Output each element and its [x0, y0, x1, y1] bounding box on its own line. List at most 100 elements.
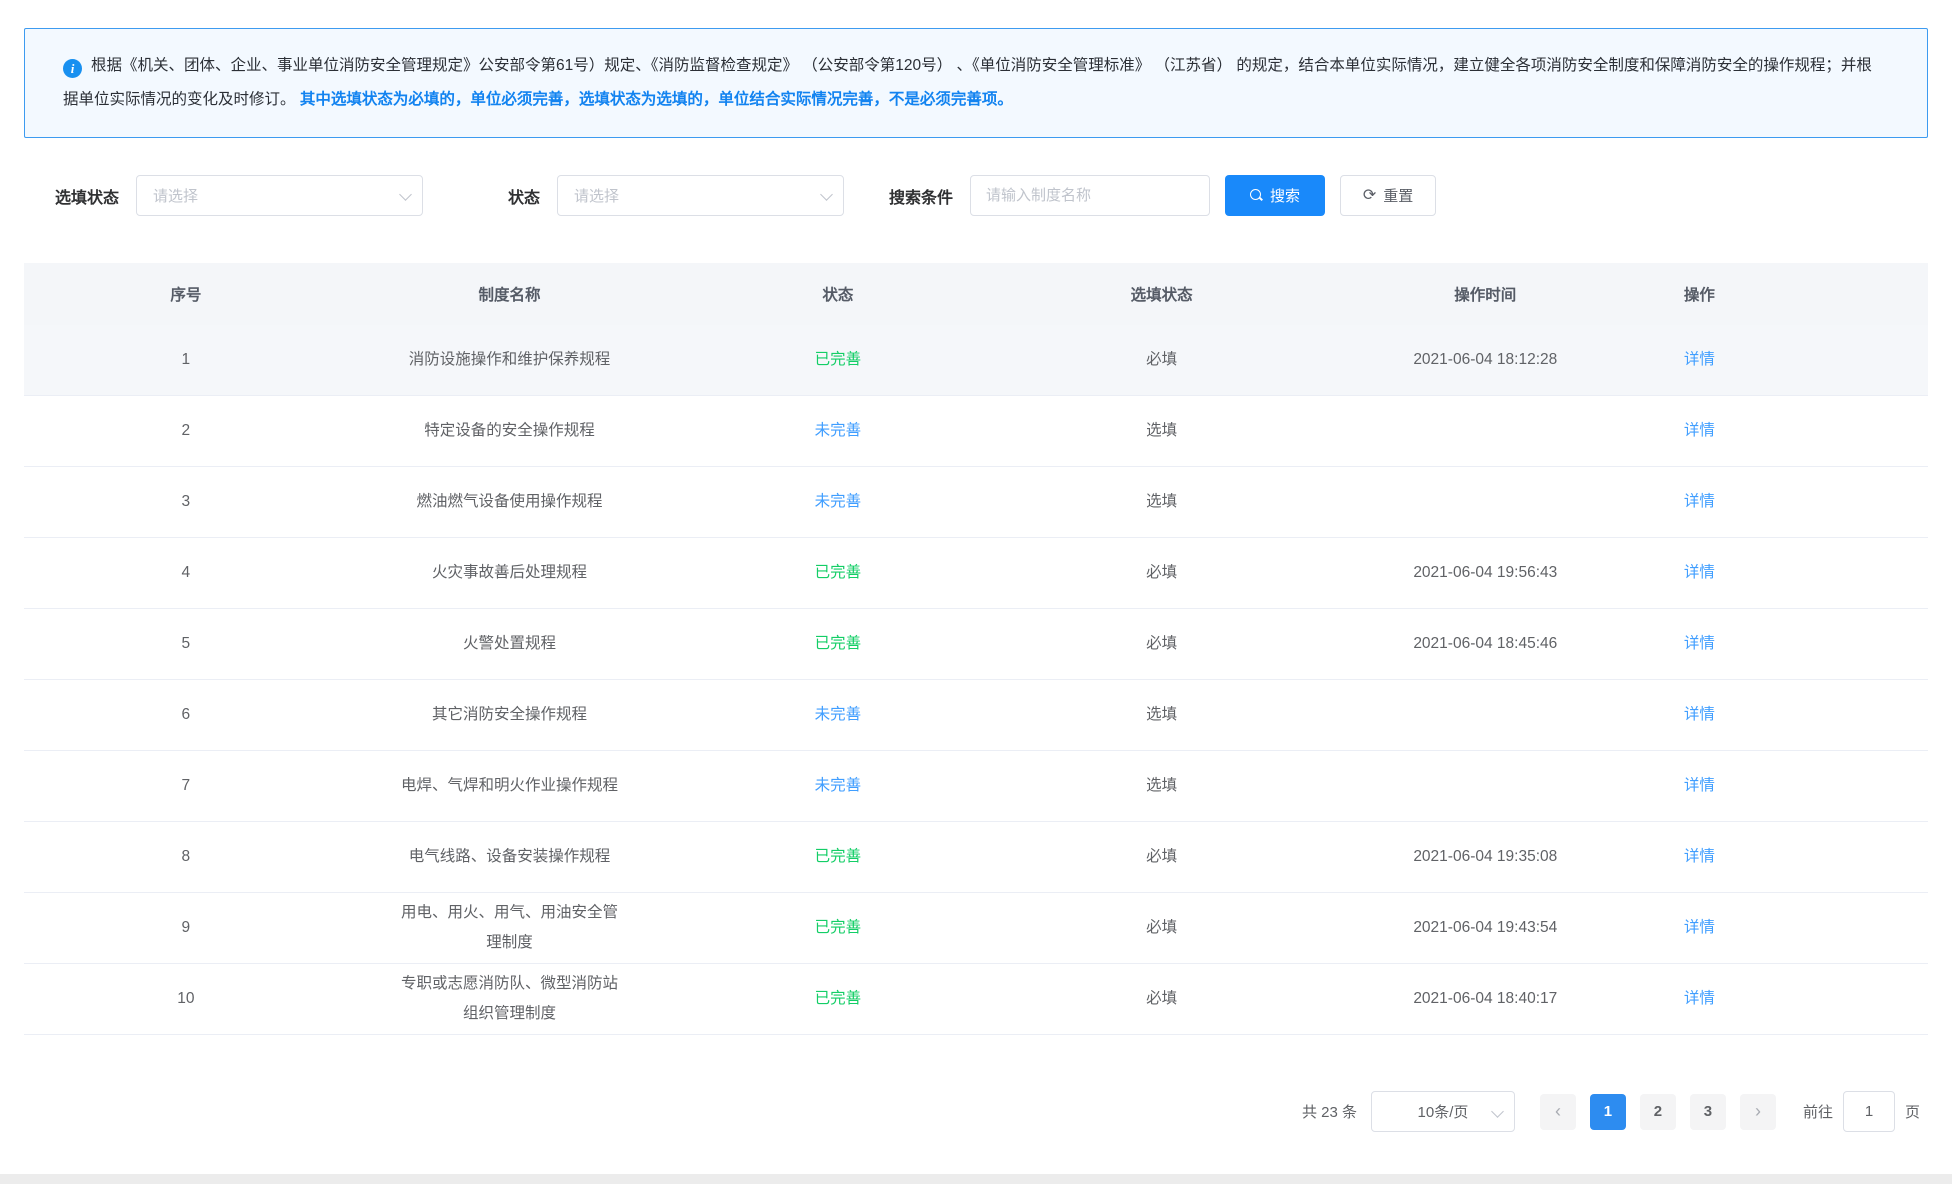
total-count: 共 23 条: [1302, 1101, 1357, 1122]
detail-link[interactable]: 详情: [1684, 351, 1715, 368]
cell-time: 2021-06-04 19:56:43: [1319, 558, 1652, 588]
detail-link[interactable]: 详情: [1684, 919, 1715, 936]
page-button-1[interactable]: 1: [1590, 1094, 1626, 1130]
cell-name: 专职或志愿消防队、微型消防站组织管理制度: [348, 969, 672, 1029]
reset-button[interactable]: ⟳ 重置: [1340, 175, 1436, 216]
status-placeholder: 请选择: [574, 185, 619, 206]
cell-name: 火警处置规程: [348, 629, 672, 659]
table-row: 2 特定设备的安全操作规程 未完善 选填 详情: [24, 396, 1928, 467]
goto-suffix: 页: [1905, 1101, 1920, 1122]
cell-name: 火灾事故善后处理规程: [348, 558, 672, 588]
search-button-label: 搜索: [1270, 185, 1300, 206]
optional-status-placeholder: 请选择: [153, 185, 198, 206]
cell-time: 2021-06-04 19:35:08: [1319, 842, 1652, 872]
page-size-select[interactable]: 10条/页: [1371, 1091, 1515, 1132]
status-label: 状态: [508, 184, 540, 208]
status-select[interactable]: 请选择: [557, 175, 844, 216]
cell-status: 已完善: [671, 984, 1004, 1014]
cell-status: 已完善: [671, 842, 1004, 872]
cell-status: 已完善: [671, 629, 1004, 659]
cell-required: 必填: [1005, 984, 1319, 1014]
cell-required: 必填: [1005, 842, 1319, 872]
cell-index: 3: [24, 487, 348, 517]
col-header-required: 选填状态: [1005, 283, 1319, 305]
cell-name: 燃油燃气设备使用操作规程: [348, 487, 672, 517]
detail-link[interactable]: 详情: [1684, 848, 1715, 865]
page-button-2[interactable]: 2: [1640, 1094, 1676, 1130]
chevron-down-icon: [820, 188, 833, 201]
page-button-3[interactable]: 3: [1690, 1094, 1726, 1130]
cell-name: 用电、用火、用气、用油安全管理制度: [348, 898, 672, 958]
cell-status: 未完善: [671, 487, 1004, 517]
cell-required: 选填: [1005, 700, 1319, 730]
detail-link[interactable]: 详情: [1684, 422, 1715, 439]
table-row: 4 火灾事故善后处理规程 已完善 必填 2021-06-04 19:56:43 …: [24, 538, 1928, 609]
cell-index: 6: [24, 700, 348, 730]
detail-link[interactable]: 详情: [1684, 564, 1715, 581]
refresh-icon: ⟳: [1363, 188, 1376, 204]
cell-time: 2021-06-04 18:45:46: [1319, 629, 1652, 659]
search-button[interactable]: 搜索: [1225, 175, 1325, 216]
regulation-table: 序号 制度名称 状态 选填状态 操作时间 操作 1 消防设施操作和维护保养规程 …: [24, 263, 1928, 1035]
cell-status: 已完善: [671, 913, 1004, 943]
cell-time: 2021-06-04 19:43:54: [1319, 913, 1652, 943]
search-input[interactable]: [970, 175, 1210, 216]
goto-page-input[interactable]: [1843, 1091, 1895, 1132]
cell-status: 未完善: [671, 700, 1004, 730]
table-row: 3 燃油燃气设备使用操作规程 未完善 选填 详情: [24, 467, 1928, 538]
table-row: 5 火警处置规程 已完善 必填 2021-06-04 18:45:46 详情: [24, 609, 1928, 680]
detail-link[interactable]: 详情: [1684, 706, 1715, 723]
next-page-button[interactable]: ›: [1740, 1094, 1776, 1130]
page: i根据《机关、团体、企业、事业单位消防安全管理规定》公安部令第61号）规定、《消…: [0, 0, 1952, 1184]
cell-index: 9: [24, 913, 348, 943]
table-row: 8 电气线路、设备安装操作规程 已完善 必填 2021-06-04 19:35:…: [24, 822, 1928, 893]
table-row: 6 其它消防安全操作规程 未完善 选填 详情: [24, 680, 1928, 751]
search-condition-label: 搜索条件: [889, 184, 953, 208]
table-header-row: 序号 制度名称 状态 选填状态 操作时间 操作: [24, 263, 1928, 325]
cell-status: 未完善: [671, 416, 1004, 446]
info-icon: i: [63, 59, 82, 78]
cell-name: 电焊、气焊和明火作业操作规程: [348, 771, 672, 801]
table-row: 1 消防设施操作和维护保养规程 已完善 必填 2021-06-04 18:12:…: [24, 325, 1928, 396]
cell-status: 未完善: [671, 771, 1004, 801]
cell-status: 已完善: [671, 345, 1004, 375]
cell-required: 必填: [1005, 913, 1319, 943]
cell-required: 选填: [1005, 487, 1319, 517]
cell-name: 其它消防安全操作规程: [348, 700, 672, 730]
detail-link[interactable]: 详情: [1684, 635, 1715, 652]
cell-time: 2021-06-04 18:12:28: [1319, 345, 1652, 375]
detail-link[interactable]: 详情: [1684, 777, 1715, 794]
col-header-name: 制度名称: [348, 283, 672, 305]
prev-page-button[interactable]: ‹: [1540, 1094, 1576, 1130]
col-header-index: 序号: [24, 283, 348, 305]
col-header-status: 状态: [671, 283, 1004, 305]
filter-bar: 选填状态 请选择 状态 请选择 搜索条件 搜索 ⟳ 重置: [24, 175, 1928, 216]
goto-page: 前往 页: [1803, 1091, 1920, 1132]
search-icon: [1250, 189, 1263, 202]
cell-index: 4: [24, 558, 348, 588]
cell-required: 选填: [1005, 416, 1319, 446]
cell-required: 选填: [1005, 771, 1319, 801]
cell-name: 消防设施操作和维护保养规程: [348, 345, 672, 375]
col-header-action: 操作: [1652, 283, 1928, 305]
cell-index: 5: [24, 629, 348, 659]
reset-button-label: 重置: [1383, 185, 1413, 206]
pagination: 共 23 条 10条/页 ‹ 1 2 3 › 前往 页: [24, 1091, 1928, 1132]
cell-required: 必填: [1005, 629, 1319, 659]
detail-link[interactable]: 详情: [1684, 990, 1715, 1007]
chevron-down-icon: [1491, 1105, 1504, 1118]
cell-index: 2: [24, 416, 348, 446]
cell-index: 1: [24, 345, 348, 375]
page-bottom-strip: [0, 1174, 1952, 1184]
cell-name: 电气线路、设备安装操作规程: [348, 842, 672, 872]
cell-time: 2021-06-04 18:40:17: [1319, 984, 1652, 1014]
page-size-value: 10条/页: [1418, 1101, 1469, 1122]
optional-status-select[interactable]: 请选择: [136, 175, 423, 216]
cell-index: 10: [24, 984, 348, 1014]
cell-index: 7: [24, 771, 348, 801]
info-banner: i根据《机关、团体、企业、事业单位消防安全管理规定》公安部令第61号）规定、《消…: [24, 28, 1928, 138]
detail-link[interactable]: 详情: [1684, 493, 1715, 510]
table-row: 9 用电、用火、用气、用油安全管理制度 已完善 必填 2021-06-04 19…: [24, 893, 1928, 964]
cell-required: 必填: [1005, 345, 1319, 375]
col-header-time: 操作时间: [1319, 283, 1652, 305]
